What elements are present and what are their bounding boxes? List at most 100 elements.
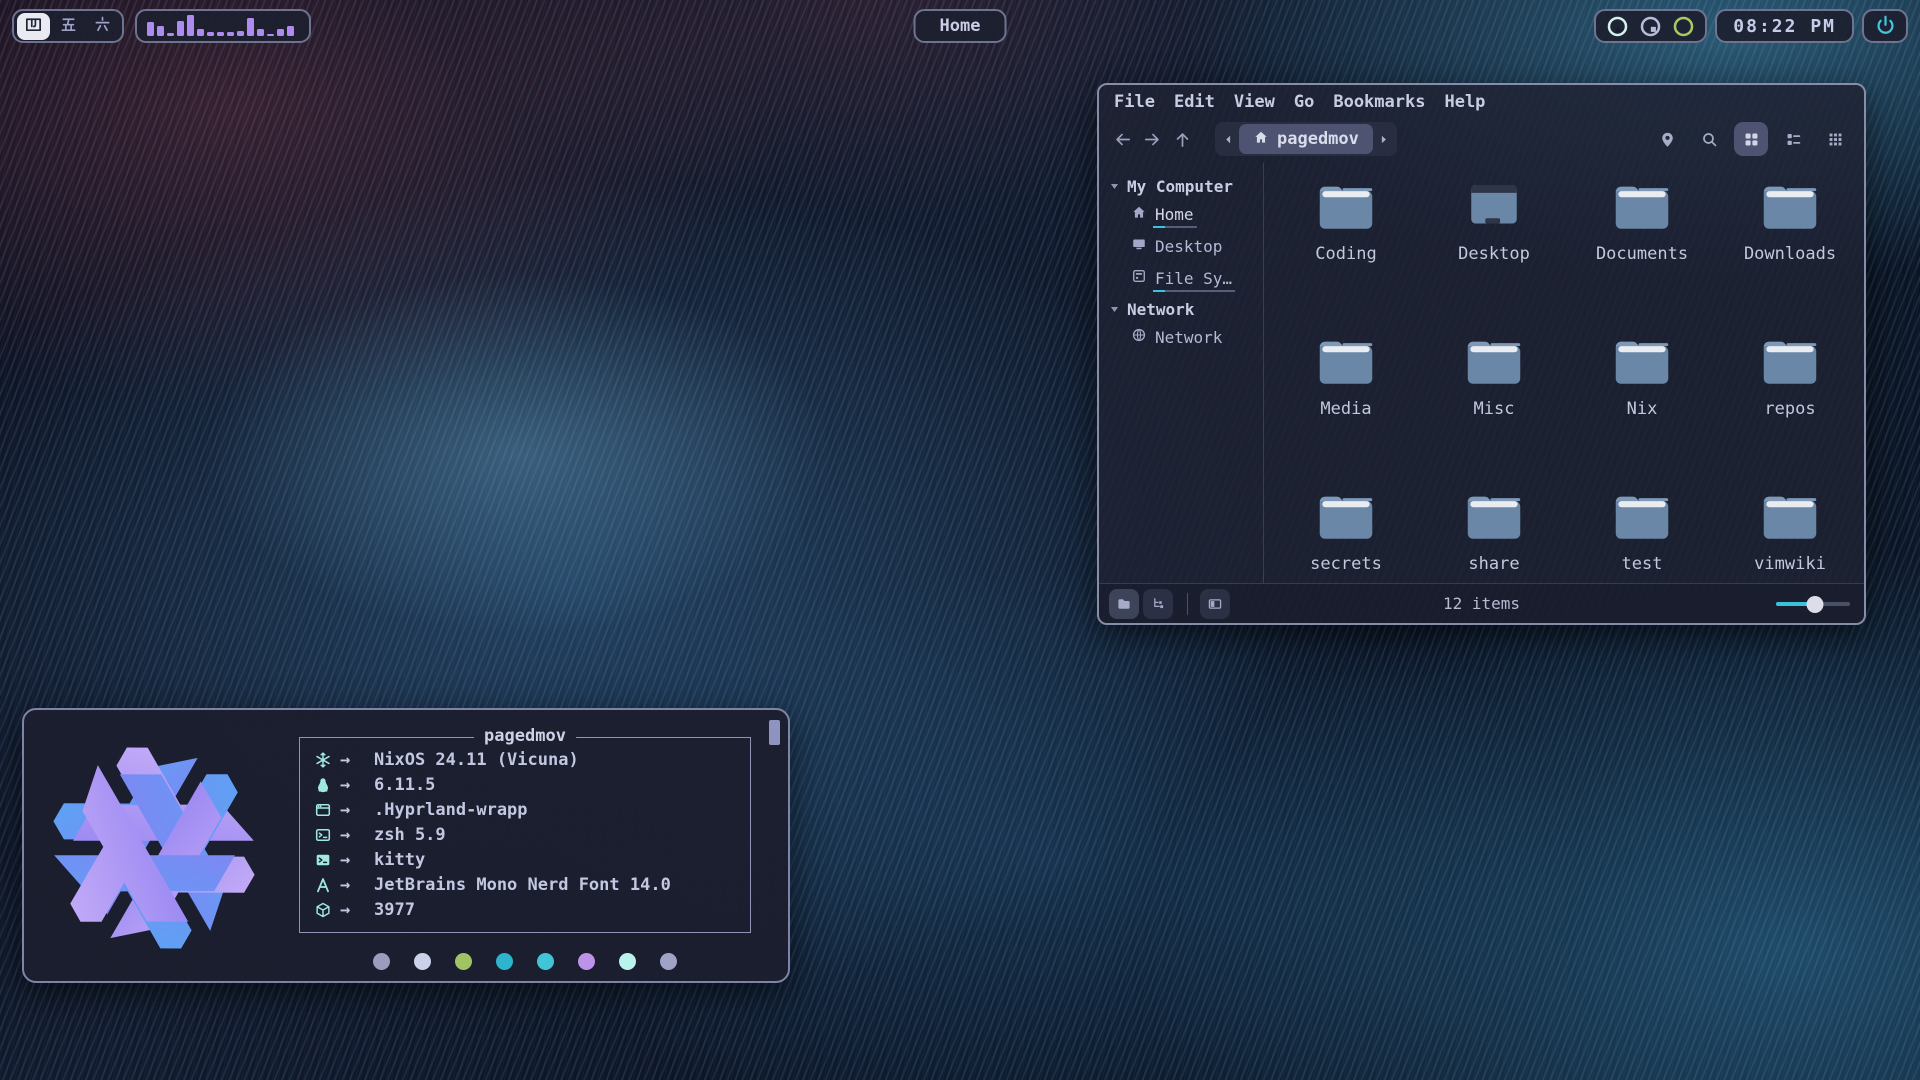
path-scroll-left-button[interactable]	[1217, 124, 1239, 154]
folder-icon	[1318, 487, 1374, 545]
folder-downloads[interactable]: Downloads	[1716, 177, 1864, 332]
fastfetch-value: 3977	[374, 900, 415, 920]
cjk-six-icon	[93, 15, 112, 38]
items-count: 12 items	[1099, 594, 1864, 613]
visualizer-bar	[197, 29, 204, 36]
location-button[interactable]	[1650, 122, 1684, 156]
palette-dot	[578, 953, 595, 970]
fastfetch-row: →6.11.5	[314, 772, 744, 797]
search-button[interactable]	[1692, 122, 1726, 156]
zoom-slider-knob[interactable]	[1807, 596, 1824, 613]
package-icon	[314, 901, 340, 919]
arrow-glyph: →	[340, 750, 374, 770]
thumbnail-view-button[interactable]	[1818, 122, 1852, 156]
triangle-down-icon	[1109, 300, 1120, 319]
audio-visualizer[interactable]	[135, 9, 311, 43]
up-button[interactable]	[1167, 124, 1197, 154]
sidebar-item-label: Home	[1155, 205, 1194, 224]
folder-icon	[1762, 177, 1818, 235]
visualizer-bar	[247, 18, 254, 36]
tux-icon	[314, 776, 340, 794]
folder-media[interactable]: Media	[1272, 332, 1420, 487]
workspace-button-3[interactable]	[86, 13, 119, 40]
forward-button[interactable]	[1137, 124, 1167, 154]
folder-desktop[interactable]: Desktop	[1420, 177, 1568, 332]
sidebar-item-network[interactable]: Network	[1131, 327, 1263, 347]
folder-label: Misc	[1474, 399, 1515, 419]
sidebar-item-filesy[interactable]: File Sy…	[1131, 268, 1263, 288]
sidebar-section-network[interactable]: Network	[1109, 300, 1263, 319]
workspace-switcher[interactable]	[12, 9, 124, 43]
icon-view-button[interactable]	[1734, 122, 1768, 156]
active-window-title: Home	[914, 9, 1007, 43]
sidebar-section-my-computer[interactable]: My Computer	[1109, 177, 1263, 196]
nixos-logo	[40, 734, 268, 962]
workspace-button-2[interactable]	[52, 13, 85, 40]
compact-view-button[interactable]	[1776, 122, 1810, 156]
workspace-button-1[interactable]	[17, 13, 50, 40]
menu-bookmarks[interactable]: Bookmarks	[1333, 92, 1425, 112]
cjk-five-icon	[59, 15, 78, 38]
folder-misc[interactable]: Misc	[1420, 332, 1568, 487]
nix-icon	[314, 751, 340, 769]
file-manager-window: File Edit View Go Bookmarks Help pagedmov My …	[1097, 83, 1866, 625]
visualizer-bar	[187, 15, 194, 36]
clock[interactable]: 08:22 PM	[1715, 9, 1854, 43]
menu-go[interactable]: Go	[1294, 92, 1314, 112]
menu-edit[interactable]: Edit	[1174, 92, 1215, 112]
tray-indicator-3[interactable]	[1672, 15, 1695, 38]
palette-dot	[537, 953, 554, 970]
cjk-four-icon	[24, 15, 43, 38]
status-bar: 12 items	[1099, 583, 1864, 623]
desktop-folder-icon	[1466, 177, 1522, 235]
zoom-slider[interactable]	[1776, 596, 1850, 612]
fastfetch-hostname: pagedmov	[474, 726, 576, 746]
folder-label: vimwiki	[1754, 554, 1826, 574]
back-button[interactable]	[1107, 124, 1137, 154]
folder-coding[interactable]: Coding	[1272, 177, 1420, 332]
file-manager-body: My Computer Home Desktop File Sy… Network Net…	[1099, 163, 1864, 583]
folder-label: Media	[1320, 399, 1371, 419]
folder-repos[interactable]: repos	[1716, 332, 1864, 487]
path-scroll-right-button[interactable]	[1373, 124, 1395, 154]
folder-icon	[1762, 487, 1818, 545]
folder-label: secrets	[1310, 554, 1382, 574]
menu-bar: File Edit View Go Bookmarks Help	[1099, 85, 1864, 115]
arrow-glyph: →	[340, 775, 374, 795]
fastfetch-value: NixOS 24.11 (Vicuna)	[374, 750, 579, 770]
folder-grid: Coding DesktopDocuments Downloads Media Misc…	[1264, 163, 1864, 583]
terminal-window: pagedmov →NixOS 24.11 (Vicuna)→6.11.5→.H…	[22, 708, 790, 983]
tray-indicator-1[interactable]	[1606, 15, 1629, 38]
fastfetch-frame: pagedmov →NixOS 24.11 (Vicuna)→6.11.5→.H…	[299, 737, 751, 933]
folder-icon	[1614, 487, 1670, 545]
folder-icon	[1318, 177, 1374, 235]
path-tab-home[interactable]: pagedmov	[1239, 124, 1373, 154]
tray-indicator-2[interactable]	[1639, 15, 1662, 38]
palette-dot	[455, 953, 472, 970]
sidebar-item-desktop[interactable]: Desktop	[1131, 236, 1263, 256]
folder-label: Nix	[1627, 399, 1658, 419]
menu-view[interactable]: View	[1234, 92, 1275, 112]
terminal-icon	[314, 851, 340, 869]
palette-dot	[660, 953, 677, 970]
folder-label: Coding	[1315, 244, 1376, 264]
filesystem-icon	[1131, 268, 1147, 288]
home-icon	[1131, 204, 1147, 224]
sidebar-item-label: Desktop	[1155, 237, 1222, 256]
arrow-glyph: →	[340, 800, 374, 820]
sidebar-item-home[interactable]: Home	[1131, 204, 1263, 224]
visualizer-bar	[287, 26, 294, 36]
power-button[interactable]	[1862, 9, 1908, 43]
palette-dot	[496, 953, 513, 970]
menu-file[interactable]: File	[1114, 92, 1155, 112]
folder-label: Downloads	[1744, 244, 1836, 264]
font-icon	[314, 876, 340, 894]
visualizer-bar	[177, 21, 184, 36]
system-tray	[1594, 9, 1707, 43]
visualizer-bar	[207, 32, 214, 36]
folder-nix[interactable]: Nix	[1568, 332, 1716, 487]
fastfetch-row: →.Hyprland-wrapp	[314, 797, 744, 822]
folder-documents[interactable]: Documents	[1568, 177, 1716, 332]
menu-help[interactable]: Help	[1444, 92, 1485, 112]
network-icon	[1131, 327, 1147, 347]
